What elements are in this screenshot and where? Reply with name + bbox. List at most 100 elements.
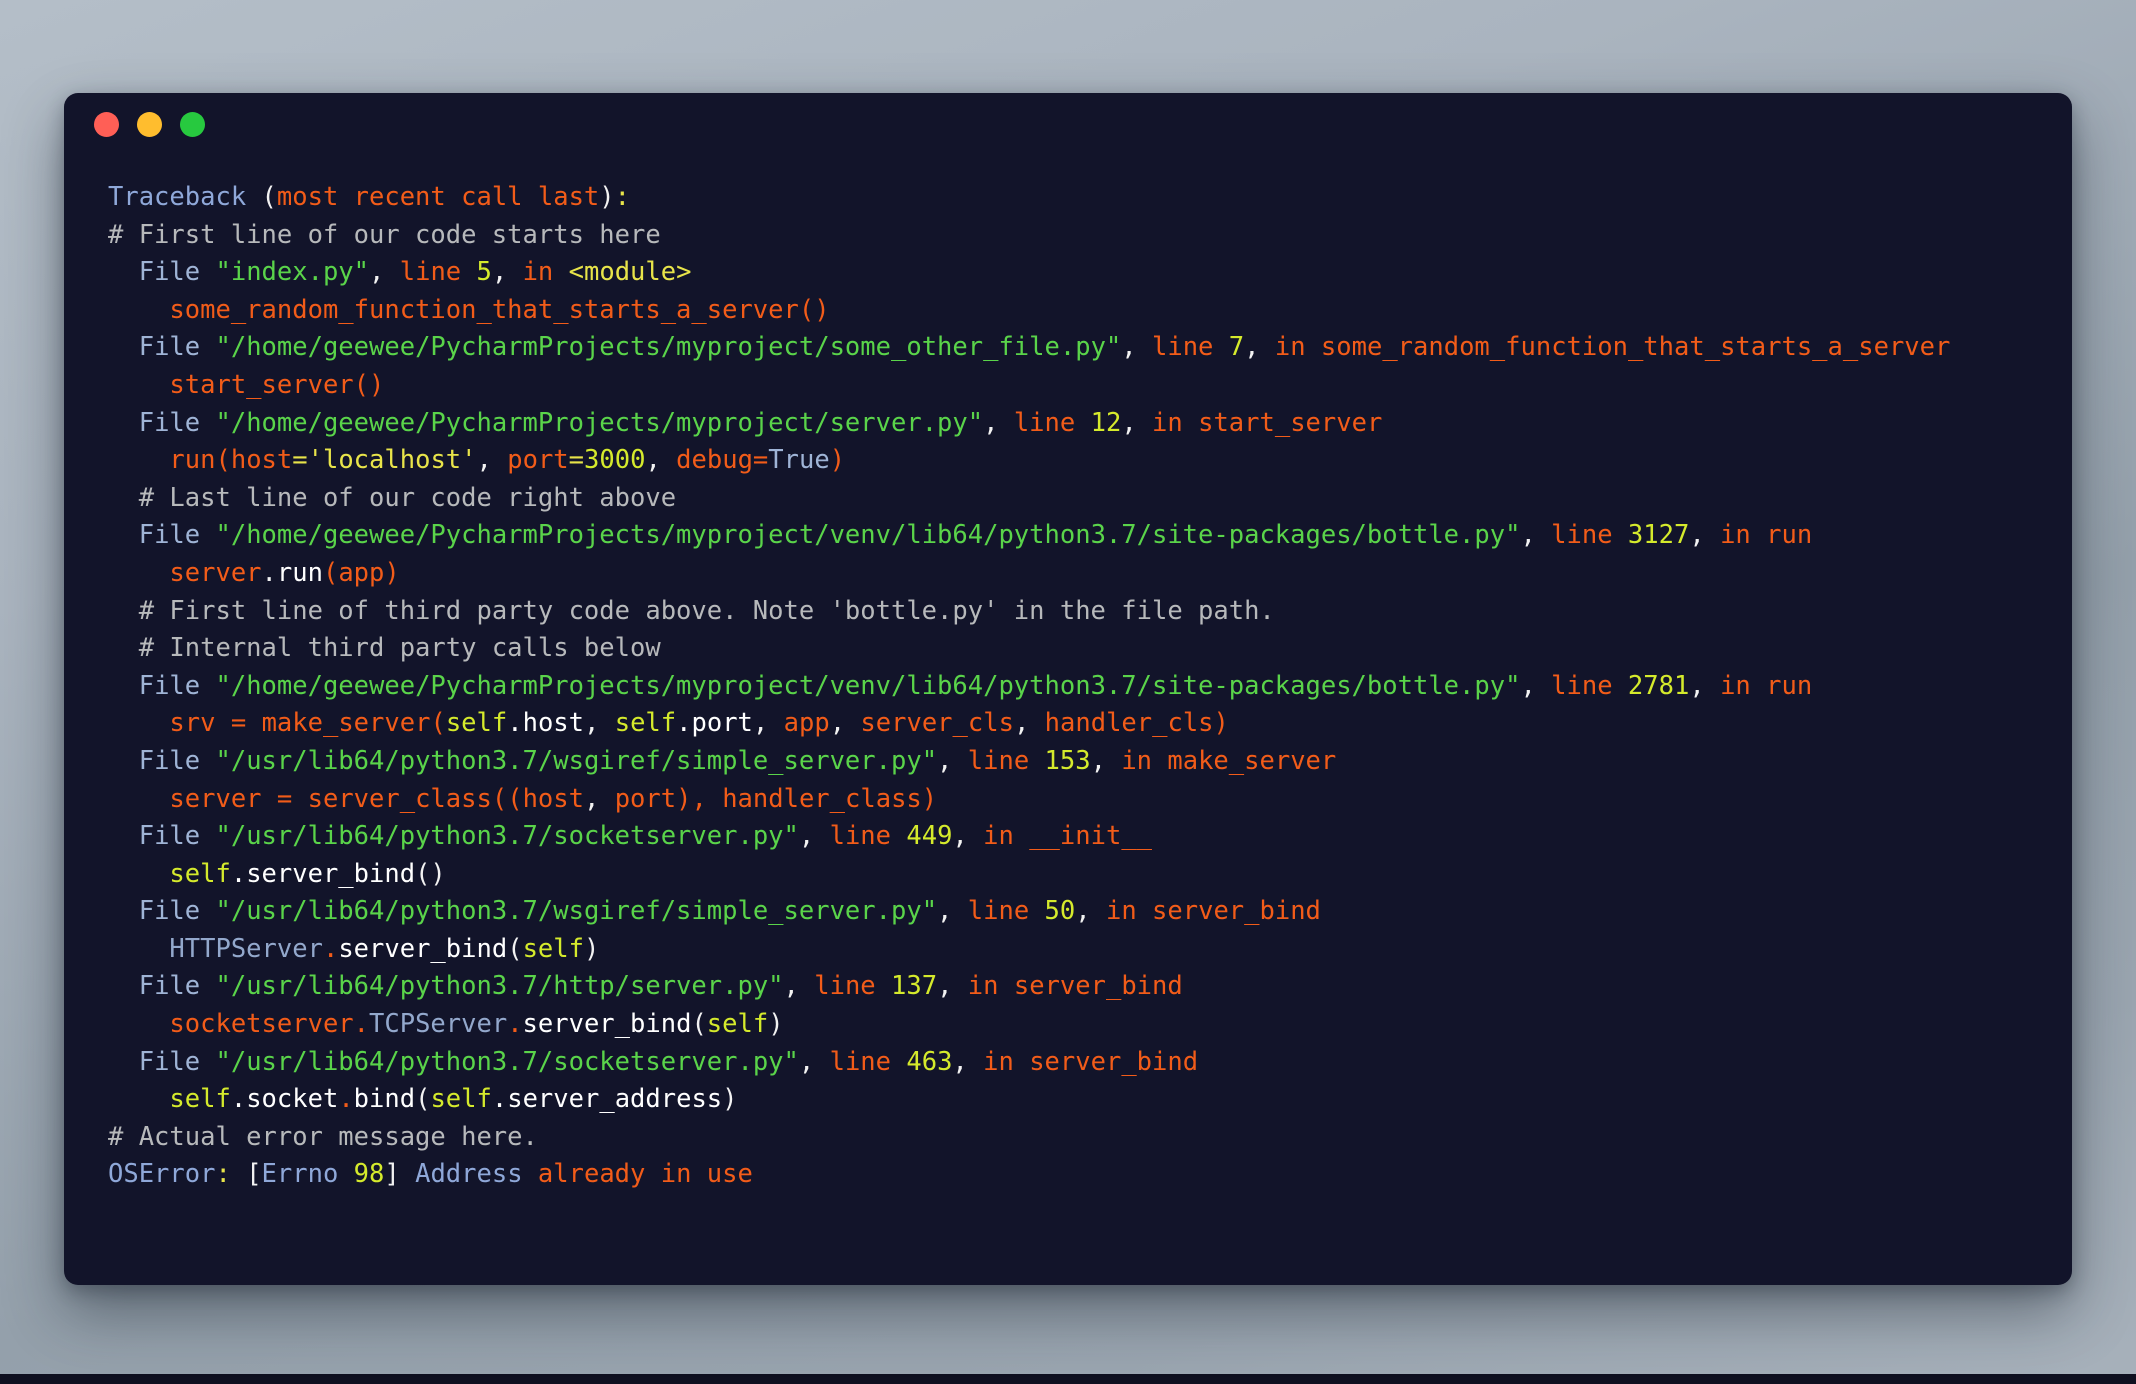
traceback-token: # First line of third party code above. … <box>138 595 1275 626</box>
traceback-token: in <box>1152 407 1199 438</box>
traceback-line: # Last line of our code right above <box>108 480 2072 518</box>
traceback-token: handler_cls <box>1044 708 1214 739</box>
traceback-token: , <box>1121 332 1152 363</box>
traceback-line: server.run(app) <box>108 555 2072 593</box>
traceback-token: 50 <box>1044 896 1076 927</box>
traceback-token: 7 <box>1228 332 1245 363</box>
traceback-token: host <box>522 783 584 814</box>
traceback-token: ( <box>691 1009 707 1040</box>
minimize-button[interactable] <box>137 111 162 137</box>
traceback-token: ) <box>722 1084 738 1115</box>
traceback-token: , <box>1121 407 1153 438</box>
maximize-button[interactable] <box>180 111 205 137</box>
traceback-line: socketserver.TCPServer.server_bind(self) <box>108 1006 2072 1044</box>
traceback-token: , <box>829 708 861 739</box>
traceback-token: ( <box>507 933 523 964</box>
traceback-token: in <box>967 971 1014 1002</box>
traceback-token: (( <box>491 783 523 814</box>
traceback-token: .socket <box>230 1084 339 1115</box>
traceback-token: 3000 <box>584 445 646 476</box>
traceback-token: line <box>829 1046 907 1077</box>
traceback-token: 463 <box>906 1046 953 1077</box>
traceback-line: File "/usr/lib64/python3.7/socketserver.… <box>108 1044 2072 1082</box>
traceback-token: "/home/geewee/PycharmProjects/myproject/… <box>215 520 1521 551</box>
traceback-token: run <box>1766 520 1813 551</box>
traceback-token: 449 <box>906 821 953 852</box>
traceback-token: () <box>415 858 446 889</box>
traceback-token: self <box>169 1084 231 1115</box>
traceback-line: run(host='localhost', port=3000, debug=T… <box>108 442 2072 480</box>
traceback-output[interactable]: Traceback (most recent call last): # Firs… <box>64 155 2072 1194</box>
window-titlebar[interactable] <box>64 93 2072 155</box>
traceback-token: "/home/geewee/PycharmProjects/myproject/… <box>215 407 984 438</box>
traceback-token: "/usr/lib64/python3.7/socketserver.py" <box>215 821 799 852</box>
traceback-token: , <box>952 821 984 852</box>
traceback-token: ) <box>384 557 400 588</box>
traceback-token: ( <box>261 182 277 212</box>
traceback-token: "/home/geewee/PycharmProjects/myproject/… <box>215 670 1521 701</box>
traceback-token: , <box>937 745 968 776</box>
traceback-token: , <box>783 971 815 1002</box>
traceback-token: ) <box>829 445 846 476</box>
traceback-token: bind <box>353 1084 416 1115</box>
traceback-token: = <box>568 445 585 476</box>
traceback-token: app <box>338 557 385 588</box>
traceback-token: server_bind <box>1013 971 1183 1002</box>
traceback-token: , <box>645 445 677 476</box>
traceback-token: = <box>230 708 262 739</box>
traceback-token: self <box>430 1084 492 1115</box>
traceback-token: . <box>353 1009 370 1040</box>
traceback-token: , <box>1090 745 1122 776</box>
traceback-token: .server_bind <box>230 858 416 889</box>
traceback-token: , <box>491 257 523 288</box>
traceback-token: "index.py" <box>215 257 370 288</box>
traceback-token: host <box>230 445 293 476</box>
traceback-token: some_random_function_that_starts_a_serve… <box>169 294 799 325</box>
traceback-token: handler_class <box>722 783 922 814</box>
traceback-token: run <box>1766 670 1813 701</box>
traceback-line: Traceback (most recent call last): <box>108 179 2072 217</box>
traceback-token: True <box>768 445 830 476</box>
traceback-token: debug <box>676 445 753 476</box>
traceback-token: ( <box>430 708 446 739</box>
traceback-token: in <box>522 257 569 288</box>
traceback-token: , <box>369 257 400 288</box>
traceback-token: , <box>1689 670 1721 701</box>
traceback-token: 5 <box>476 257 492 288</box>
traceback-token: line <box>829 821 907 852</box>
traceback-line: File "/home/geewee/PycharmProjects/mypro… <box>108 517 2072 555</box>
traceback-token: , <box>1075 896 1106 927</box>
traceback-token: 137 <box>891 971 938 1002</box>
traceback-token: ( <box>215 445 231 476</box>
traceback-token: () <box>798 294 830 325</box>
traceback-token: some_random_function_that_starts_a_serve… <box>1320 332 1951 363</box>
traceback-token: line <box>967 896 1045 927</box>
terminal-window: Traceback (most recent call last): # Firs… <box>64 93 2072 1285</box>
traceback-token: , <box>798 1046 830 1077</box>
traceback-line: File "/usr/lib64/python3.7/wsgiref/simpl… <box>108 743 2072 781</box>
traceback-token: port <box>507 445 569 476</box>
traceback-token: 153 <box>1044 745 1091 776</box>
traceback-line: File "/home/geewee/PycharmProjects/mypro… <box>108 329 2072 367</box>
traceback-line: File "/usr/lib64/python3.7/wsgiref/simpl… <box>108 893 2072 931</box>
close-button[interactable] <box>94 111 119 137</box>
traceback-token: , <box>476 445 508 476</box>
traceback-token: = <box>276 783 308 814</box>
traceback-token: : <box>614 182 631 212</box>
traceback-token: , <box>1013 708 1045 739</box>
traceback-token: # First line of our code starts here <box>108 219 661 250</box>
traceback-token: ) <box>921 783 938 814</box>
traceback-token: __init__ <box>1029 821 1153 852</box>
traceback-token: , <box>1689 520 1721 551</box>
traceback-line: # Internal third party calls below <box>108 630 2072 668</box>
traceback-token: srv <box>169 708 231 739</box>
traceback-line: File "/usr/lib64/python3.7/socketserver.… <box>108 818 2072 856</box>
traceback-token: = <box>752 445 769 476</box>
traceback-token: : <box>215 1159 247 1190</box>
traceback-token: "/usr/lib64/python3.7/http/server.py" <box>215 971 784 1002</box>
traceback-token: in <box>983 1046 1030 1077</box>
traceback-token: HTTPServer <box>169 933 323 964</box>
traceback-token: self <box>445 708 508 739</box>
traceback-token: File <box>138 896 216 927</box>
traceback-token: Errno <box>261 1159 354 1190</box>
